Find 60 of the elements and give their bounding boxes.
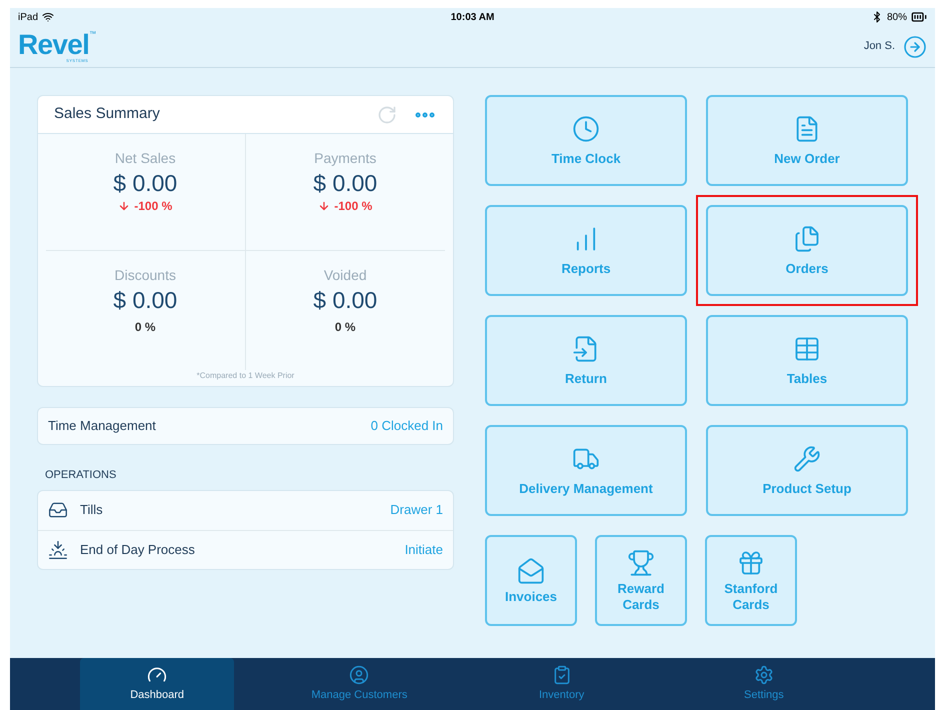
menu-tile[interactable]: Time Clock: [485, 95, 687, 186]
menu-tile[interactable]: Invoices: [485, 535, 577, 626]
row-label: Time Management: [48, 417, 156, 436]
sunset-icon: [48, 540, 68, 560]
menu-tile[interactable]: Product Setup: [706, 425, 908, 516]
section-heading: OPERATIONS: [45, 468, 118, 483]
settings-icon: [754, 664, 774, 685]
down-arrow-icon: [318, 200, 330, 212]
clock-icon: [572, 114, 600, 142]
card-title: Sales Summary: [54, 104, 160, 124]
nav-tab[interactable]: Manage Customers: [282, 658, 436, 710]
metric-change: 0 %: [334, 318, 356, 336]
metric-value: $ 0.00: [313, 169, 378, 197]
operation-label: Tills: [80, 501, 104, 520]
operation-link[interactable]: Drawer 1: [390, 500, 443, 520]
menu-tile[interactable]: Reward Cards: [595, 535, 687, 626]
bluetooth-icon: [871, 11, 883, 23]
menu-tile[interactable]: Stanford Cards: [705, 535, 797, 626]
clock-time: 10:03 AM: [450, 10, 494, 24]
logout-button[interactable]: [903, 34, 927, 58]
envelope-icon: [517, 556, 545, 584]
wrench-icon: [793, 444, 821, 472]
menu-tile[interactable]: Return: [485, 315, 687, 406]
gift-icon: [737, 548, 765, 576]
clipboard-icon: [552, 664, 572, 685]
operation-link[interactable]: Initiate: [404, 540, 443, 560]
nav-tab[interactable]: Dashboard: [80, 658, 234, 710]
metric-value: $ 0.00: [113, 286, 178, 314]
refresh-icon[interactable]: [377, 104, 397, 124]
nav-tab[interactable]: Settings: [686, 658, 841, 710]
menu-tile[interactable]: Orders: [706, 205, 908, 296]
operation-label: End of Day Process: [80, 540, 196, 559]
menu-tile[interactable]: Reports: [485, 205, 687, 296]
metric-label: Voided: [324, 266, 367, 284]
metric-change: 0 %: [134, 318, 156, 336]
drawer-icon: [48, 500, 68, 520]
logo: Revel: [18, 30, 90, 58]
footnote: *Compared to 1 Week Prior: [196, 370, 296, 382]
menu-tile[interactable]: New Order: [706, 95, 908, 186]
metric-label: Payments: [314, 149, 376, 168]
logout-icon: [903, 34, 927, 58]
nav-tab[interactable]: Inventory: [484, 658, 639, 710]
metric-value: $ 0.00: [113, 169, 178, 197]
documents-icon: [793, 224, 821, 252]
metric-change: -100 %: [134, 198, 172, 215]
metric-value: $ 0.00: [313, 286, 378, 314]
table-icon: [793, 334, 821, 362]
menu-tile[interactable]: Tables: [706, 315, 908, 406]
battery-percent: 80%: [887, 10, 908, 24]
metric-change: -100 %: [334, 198, 372, 215]
metric-label: Discounts: [114, 266, 176, 284]
trophy-icon: [627, 548, 655, 576]
metric-label: Net Sales: [114, 149, 176, 168]
down-arrow-icon: [118, 200, 130, 212]
time-management-row[interactable]: Time Management 0 Clocked In: [37, 407, 454, 445]
device-label: iPad: [18, 10, 38, 24]
menu-tile[interactable]: Delivery Management: [485, 425, 687, 516]
user-icon: [349, 664, 370, 685]
row-value: 0 Clocked In: [370, 417, 443, 436]
user-name: Jon S.: [864, 39, 895, 54]
